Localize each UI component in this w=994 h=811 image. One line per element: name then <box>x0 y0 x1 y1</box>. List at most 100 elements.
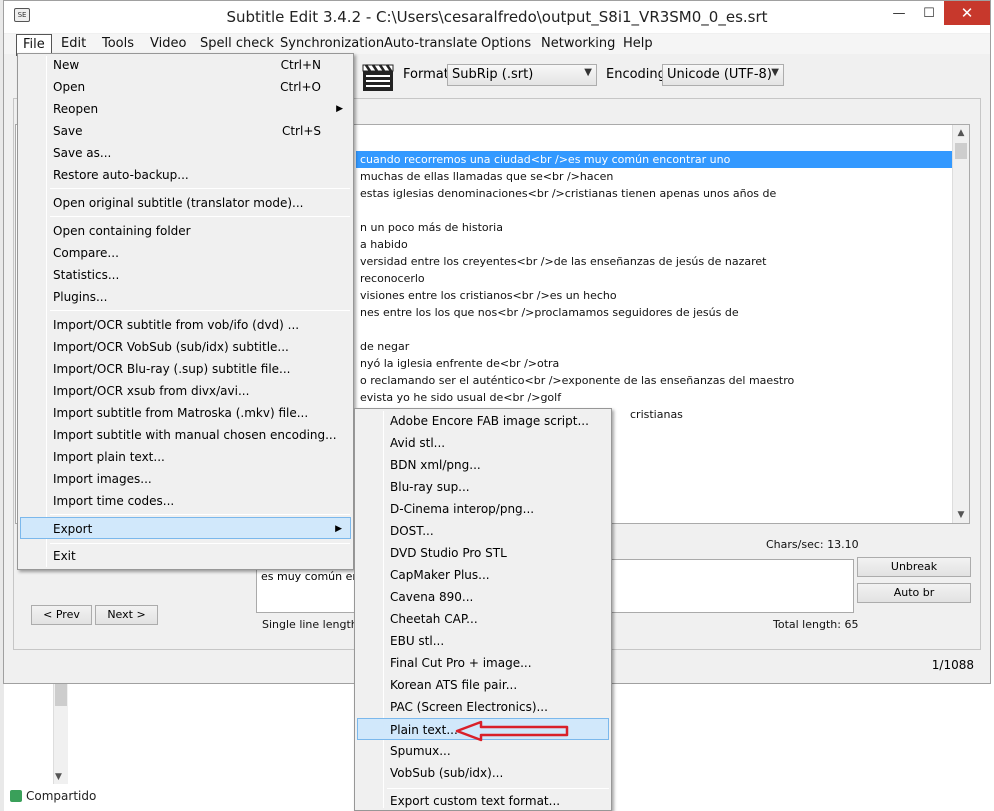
table-row[interactable]: nes entre los los que nos<br />proclamam… <box>356 304 954 321</box>
menu-synchronization[interactable]: Synchronization <box>280 36 384 51</box>
submenu-arrow-icon: ▶ <box>335 524 342 534</box>
export-item-cavena[interactable]: Cavena 890... <box>357 586 609 608</box>
table-row[interactable] <box>356 202 954 219</box>
table-row[interactable]: evista yo he sido usual de<br />golf <box>356 389 954 406</box>
menu-item-import-matroska[interactable]: Import subtitle from Matroska (.mkv) fil… <box>20 402 351 424</box>
minimize-icon[interactable]: — <box>884 1 914 25</box>
menu-separator <box>50 514 350 515</box>
menu-item-import-ocr-xsub[interactable]: Import/OCR xsub from divx/avi... <box>20 380 351 402</box>
prev-button[interactable]: < Prev <box>31 605 92 625</box>
scroll-thumb[interactable] <box>955 143 967 159</box>
export-item-vobsub[interactable]: VobSub (sub/idx)... <box>357 762 609 784</box>
menu-spell-check[interactable]: Spell check <box>200 36 274 51</box>
menu-item-compare[interactable]: Compare... <box>20 242 351 264</box>
export-item-ebu-stl[interactable]: EBU stl... <box>357 630 609 652</box>
menu-item-open[interactable]: Open Ctrl+O <box>20 76 351 98</box>
table-row[interactable]: visiones entre los cristianos<br />es un… <box>356 287 954 304</box>
menu-help[interactable]: Help <box>623 36 653 51</box>
next-button[interactable]: Next > <box>95 605 158 625</box>
menu-options[interactable]: Options <box>481 36 531 51</box>
table-row[interactable]: estas iglesias denominaciones<br />crist… <box>356 185 954 202</box>
menu-item-save-as[interactable]: Save as... <box>20 142 351 164</box>
encoding-select[interactable]: Unicode (UTF-8) ▼ <box>662 64 784 86</box>
scroll-down-icon[interactable]: ▼ <box>953 507 969 523</box>
export-item-dcinema[interactable]: D-Cinema interop/png... <box>357 498 609 520</box>
scroll-down-icon[interactable]: ▼ <box>55 772 62 782</box>
title-bar[interactable]: SE Subtitle Edit 3.4.2 - C:\Users\cesara… <box>4 1 990 33</box>
table-row[interactable]: cuando recorremos una ciudad<br />es muy… <box>356 151 954 168</box>
unbreak-button[interactable]: Unbreak <box>857 557 971 577</box>
window-controls: — ☐ ✕ <box>884 1 990 25</box>
table-row[interactable]: de negar <box>356 338 954 355</box>
window-title: Subtitle Edit 3.4.2 - C:\Users\cesaralfr… <box>226 8 768 26</box>
menu-item-new[interactable]: New Ctrl+N <box>20 54 351 76</box>
menu-item-export[interactable]: Export ▶ <box>20 517 351 539</box>
export-item-capmaker[interactable]: CapMaker Plus... <box>357 564 609 586</box>
export-item-final-cut-pro[interactable]: Final Cut Pro + image... <box>357 652 609 674</box>
chevron-down-icon: ▼ <box>584 67 592 78</box>
export-item-spumux[interactable]: Spumux... <box>357 740 609 762</box>
menu-item-statistics[interactable]: Statistics... <box>20 264 351 286</box>
menu-item-import-plain-text[interactable]: Import plain text... <box>20 446 351 468</box>
menu-separator <box>50 310 350 311</box>
table-row[interactable]: muchas de ellas llamadas que se<br />hac… <box>356 168 954 185</box>
auto-br-button[interactable]: Auto br <box>857 583 971 603</box>
export-item-avid-stl[interactable]: Avid stl... <box>357 432 609 454</box>
export-item-custom-text[interactable]: Export custom text format... <box>357 790 609 811</box>
menu-item-import-encoding[interactable]: Import subtitle with manual chosen encod… <box>20 424 351 446</box>
export-item-pac[interactable]: PAC (Screen Electronics)... <box>357 696 609 718</box>
table-row[interactable]: nyó la iglesia enfrente de<br />otra <box>356 355 954 372</box>
menu-item-import-time-codes[interactable]: Import time codes... <box>20 490 351 512</box>
background-scrollbar[interactable]: ▼ <box>53 684 68 784</box>
export-item-dost[interactable]: DOST... <box>357 520 609 542</box>
menu-item-exit[interactable]: Exit <box>20 545 351 567</box>
taskbar-label: Compartido <box>26 789 97 803</box>
chevron-down-icon: ▼ <box>771 67 779 78</box>
format-label: Format <box>403 67 449 82</box>
menu-edit[interactable]: Edit <box>61 36 86 51</box>
table-row[interactable]: versidad entre los creyentes<br />de las… <box>356 253 954 270</box>
encoding-value: Unicode (UTF-8) <box>667 67 772 82</box>
menu-item-import-images[interactable]: Import images... <box>20 468 351 490</box>
total-length: Total length: 65 <box>773 618 859 631</box>
format-select[interactable]: SubRip (.srt) ▼ <box>447 64 597 86</box>
maximize-icon[interactable]: ☐ <box>914 1 944 25</box>
export-item-dvd-studio-pro[interactable]: DVD Studio Pro STL <box>357 542 609 564</box>
export-item-cheetah[interactable]: Cheetah CAP... <box>357 608 609 630</box>
menu-tools[interactable]: Tools <box>102 36 134 51</box>
close-icon[interactable]: ✕ <box>944 1 990 25</box>
export-item-korean-ats[interactable]: Korean ATS file pair... <box>357 674 609 696</box>
menu-auto-translate[interactable]: Auto-translate <box>384 36 477 51</box>
table-row[interactable]: o reclamando ser el auténtico<br />expon… <box>356 372 954 389</box>
menu-networking[interactable]: Networking <box>541 36 615 51</box>
menu-separator <box>50 543 350 544</box>
menu-item-import-ocr-bluray[interactable]: Import/OCR Blu-ray (.sup) subtitle file.… <box>20 358 351 380</box>
menu-separator <box>387 788 609 789</box>
table-row[interactable]: reconocerlo <box>356 270 954 287</box>
table-row[interactable]: cristianas <box>626 406 954 423</box>
taskbar-item[interactable]: Compartido <box>0 786 150 808</box>
menu-video[interactable]: Video <box>150 36 186 51</box>
export-item-adobe-encore[interactable]: Adobe Encore FAB image script... <box>357 410 609 432</box>
subtitle-count: 1/1088 <box>931 658 974 672</box>
menu-item-save[interactable]: Save Ctrl+S <box>20 120 351 142</box>
grid-scrollbar[interactable]: ▲ ▼ <box>952 125 969 523</box>
menu-item-open-folder[interactable]: Open containing folder <box>20 220 351 242</box>
video-clapper-icon[interactable] <box>362 62 394 92</box>
menu-separator <box>50 188 350 189</box>
menu-item-open-original[interactable]: Open original subtitle (translator mode)… <box>20 192 351 214</box>
menu-item-import-ocr-vobsub[interactable]: Import/OCR VobSub (sub/idx) subtitle... <box>20 336 351 358</box>
menu-item-reopen[interactable]: Reopen ▶ <box>20 98 351 120</box>
table-row[interactable]: a habido <box>356 236 954 253</box>
encoding-label: Encoding <box>606 67 666 82</box>
export-item-bdn-xml[interactable]: BDN xml/png... <box>357 454 609 476</box>
export-item-bluray-sup[interactable]: Blu-ray sup... <box>357 476 609 498</box>
table-row[interactable] <box>356 321 954 338</box>
menu-item-restore-backup[interactable]: Restore auto-backup... <box>20 164 351 186</box>
menu-item-plugins[interactable]: Plugins... <box>20 286 351 308</box>
scroll-up-icon[interactable]: ▲ <box>953 125 969 141</box>
table-row[interactable]: n un poco más de historia <box>356 219 954 236</box>
menu-item-import-ocr-vob[interactable]: Import/OCR subtitle from vob/ifo (dvd) .… <box>20 314 351 336</box>
menu-bar: File Edit Tools Video Spell check Synchr… <box>4 34 990 56</box>
scroll-thumb[interactable] <box>55 684 67 706</box>
